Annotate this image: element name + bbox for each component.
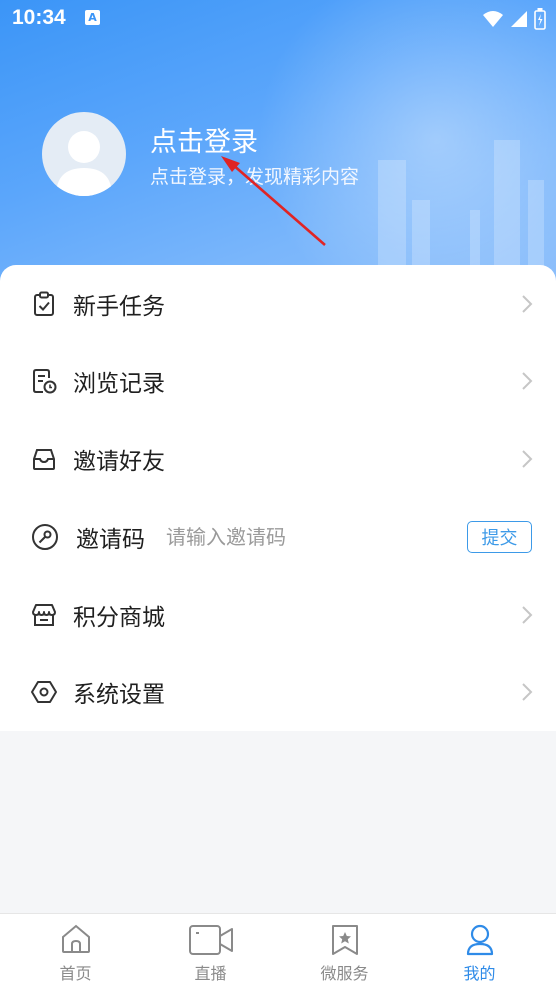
task-clipboard-icon <box>34 291 54 316</box>
tab-label: 微服务 <box>320 964 369 983</box>
signal-icon <box>511 11 527 27</box>
status-icons <box>482 8 546 30</box>
history-record-icon <box>33 369 57 394</box>
tab-micro-service[interactable]: 微服务 <box>275 914 414 988</box>
tab-label: 首页 <box>59 964 92 983</box>
login-subtitle[interactable]: 点击登录，发现精彩内容 <box>150 162 359 189</box>
wifi-icon <box>483 11 503 27</box>
menu-item-invite-friends[interactable]: 邀请好友 <box>0 420 556 498</box>
battery-icon <box>534 8 546 30</box>
header-building-decor <box>528 180 544 270</box>
menu-item-browse-history[interactable]: 浏览记录 <box>0 342 556 420</box>
tab-label: 直播 <box>194 964 227 983</box>
user-avatar-icon[interactable] <box>42 112 126 196</box>
chevron-right-icon <box>522 295 533 313</box>
notification-badge: A <box>85 10 100 25</box>
status-bar: 10:34 A <box>0 0 556 38</box>
tab-home[interactable]: 首页 <box>6 914 145 988</box>
menu-item-invite-code: 邀请码 提交 <box>0 498 556 576</box>
menu-item-label: 邀请好友 <box>73 449 165 475</box>
menu-list: 新手任务 浏览记录 邀请好友 邀请码 提交 <box>0 265 556 731</box>
header-building-decor <box>494 140 520 270</box>
profile-header: 10:34 A 点击登录 点击登录，发现精彩内容 <box>0 0 556 300</box>
menu-item-label: 积分商城 <box>73 605 165 631</box>
submit-invite-code-button[interactable]: 提交 <box>467 521 532 553</box>
chevron-right-icon <box>522 683 533 701</box>
menu-item-label: 浏览记录 <box>73 371 165 397</box>
tab-mine[interactable]: 我的 <box>410 914 549 988</box>
menu-item-label: 邀请码 <box>76 527 145 553</box>
chevron-right-icon <box>522 372 533 390</box>
chevron-right-icon <box>522 606 533 624</box>
menu-item-system-settings[interactable]: 系统设置 <box>0 653 556 731</box>
invite-code-input[interactable] <box>166 525 426 549</box>
header-building-decor <box>470 210 480 270</box>
status-time: 10:34 <box>12 6 66 29</box>
tab-label: 我的 <box>463 964 496 983</box>
login-title[interactable]: 点击登录 <box>150 120 258 159</box>
video-camera-icon <box>188 925 233 955</box>
settings-hexagon-icon <box>31 681 57 703</box>
home-icon <box>61 924 90 953</box>
header-building-decor <box>378 160 406 270</box>
chevron-right-icon <box>522 450 533 468</box>
key-icon <box>32 524 58 550</box>
menu-item-newbie-task[interactable]: 新手任务 <box>0 265 556 343</box>
bookmark-star-icon <box>331 925 358 955</box>
invite-box-icon <box>33 449 55 470</box>
store-icon <box>32 604 56 626</box>
user-icon <box>466 924 493 956</box>
menu-item-points-mall[interactable]: 积分商城 <box>0 576 556 654</box>
menu-item-label: 新手任务 <box>73 294 165 320</box>
header-building-decor <box>412 200 430 270</box>
menu-item-label: 系统设置 <box>73 682 165 708</box>
tab-live[interactable]: 直播 <box>141 914 280 988</box>
bottom-tab-bar: 首页 直播 微服务 我的 <box>0 913 556 988</box>
